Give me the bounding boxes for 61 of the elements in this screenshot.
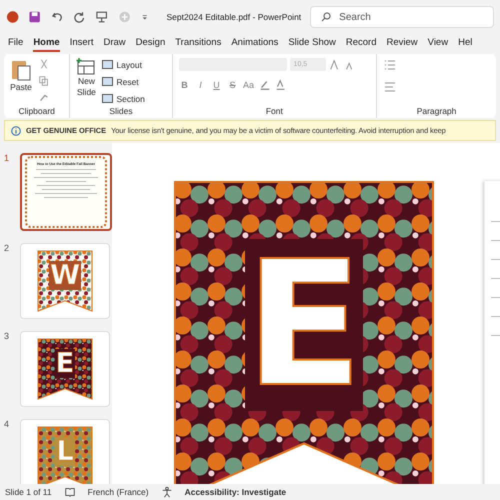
ribbon-tab[interactable]: Home bbox=[33, 36, 60, 52]
paste-button[interactable]: Paste bbox=[10, 58, 32, 106]
align-icon[interactable] bbox=[383, 80, 398, 94]
font-style-button[interactable]: U bbox=[210, 80, 223, 90]
slide-layout-icon bbox=[102, 60, 114, 69]
slide-number: 1 bbox=[4, 153, 10, 165]
search-field[interactable]: Search bbox=[310, 6, 494, 28]
book-icon[interactable] bbox=[64, 486, 76, 498]
ribbon-tab[interactable]: Draw bbox=[103, 36, 126, 52]
font-style-button[interactable]: I bbox=[194, 80, 207, 90]
copy-icon[interactable] bbox=[38, 75, 50, 87]
ribbon-tab[interactable]: Slide Show bbox=[288, 36, 336, 52]
ribbon-tab[interactable]: Record bbox=[346, 36, 376, 52]
ribbon-button[interactable]: Layout bbox=[102, 58, 145, 71]
font-style-button[interactable]: B bbox=[178, 80, 191, 90]
search-icon bbox=[321, 12, 332, 22]
bullet-list-icon[interactable] bbox=[383, 58, 398, 72]
font-style-button[interactable]: S bbox=[226, 80, 239, 90]
highlighter-icon[interactable] bbox=[258, 79, 271, 91]
ribbon-tab[interactable]: View bbox=[428, 36, 448, 52]
presentation-icon[interactable] bbox=[95, 10, 109, 24]
group-label: Slides bbox=[108, 106, 134, 116]
banner-letter: E bbox=[54, 349, 76, 378]
grow-font-icon[interactable] bbox=[328, 58, 341, 70]
ribbon-tab[interactable]: Transitions bbox=[175, 36, 222, 52]
ribbon-tab[interactable]: Insert bbox=[70, 36, 94, 52]
accessibility-icon[interactable] bbox=[160, 486, 173, 498]
banner-letter: L bbox=[55, 437, 75, 466]
slide-number: 4 bbox=[4, 419, 10, 431]
new-slide-icon bbox=[76, 58, 96, 76]
redo-icon[interactable] bbox=[72, 10, 86, 24]
info-icon bbox=[11, 126, 21, 136]
slide-layout-icon bbox=[102, 77, 114, 86]
slide-letter: E bbox=[244, 238, 364, 412]
ribbon-tab[interactable]: Review bbox=[386, 36, 418, 52]
banner-letter: W bbox=[48, 261, 82, 290]
app-logo-icon[interactable] bbox=[6, 10, 20, 24]
font-color-icon[interactable] bbox=[274, 79, 287, 91]
ribbon-tab[interactable]: Animations bbox=[231, 36, 278, 52]
ribbon-tab[interactable]: File bbox=[8, 36, 24, 52]
slide-number: 3 bbox=[4, 331, 10, 343]
group-label: Clipboard bbox=[18, 106, 56, 116]
group-label: Font bbox=[264, 106, 284, 116]
undo-icon[interactable] bbox=[50, 10, 64, 24]
ribbon-button[interactable]: Section bbox=[102, 92, 145, 105]
group-label: Paragraph bbox=[416, 106, 458, 116]
window-title: Sept2024 Editable.pdf - PowerPoint bbox=[166, 12, 302, 22]
language-status[interactable]: French (France) bbox=[88, 487, 149, 497]
ribbon-button[interactable]: Reset bbox=[102, 75, 145, 88]
slide-thumbnail[interactable]: W bbox=[20, 243, 110, 319]
save-icon[interactable] bbox=[28, 10, 42, 24]
slide-number: 2 bbox=[4, 243, 10, 255]
new-slide-button[interactable]: New Slide bbox=[76, 58, 96, 106]
change-case-button[interactable]: Aa bbox=[242, 80, 255, 90]
slide-counter: Slide 1 of 11 bbox=[5, 487, 52, 497]
slide-thumbnail[interactable]: E bbox=[20, 331, 110, 407]
accessibility-status[interactable]: Accessibility: Investigate bbox=[184, 487, 286, 497]
ribbon-tab[interactable]: Design bbox=[136, 36, 166, 52]
ribbon-tab[interactable]: Hel bbox=[458, 36, 472, 52]
slide-layout-icon bbox=[102, 94, 114, 103]
clipboard-icon bbox=[10, 58, 32, 82]
